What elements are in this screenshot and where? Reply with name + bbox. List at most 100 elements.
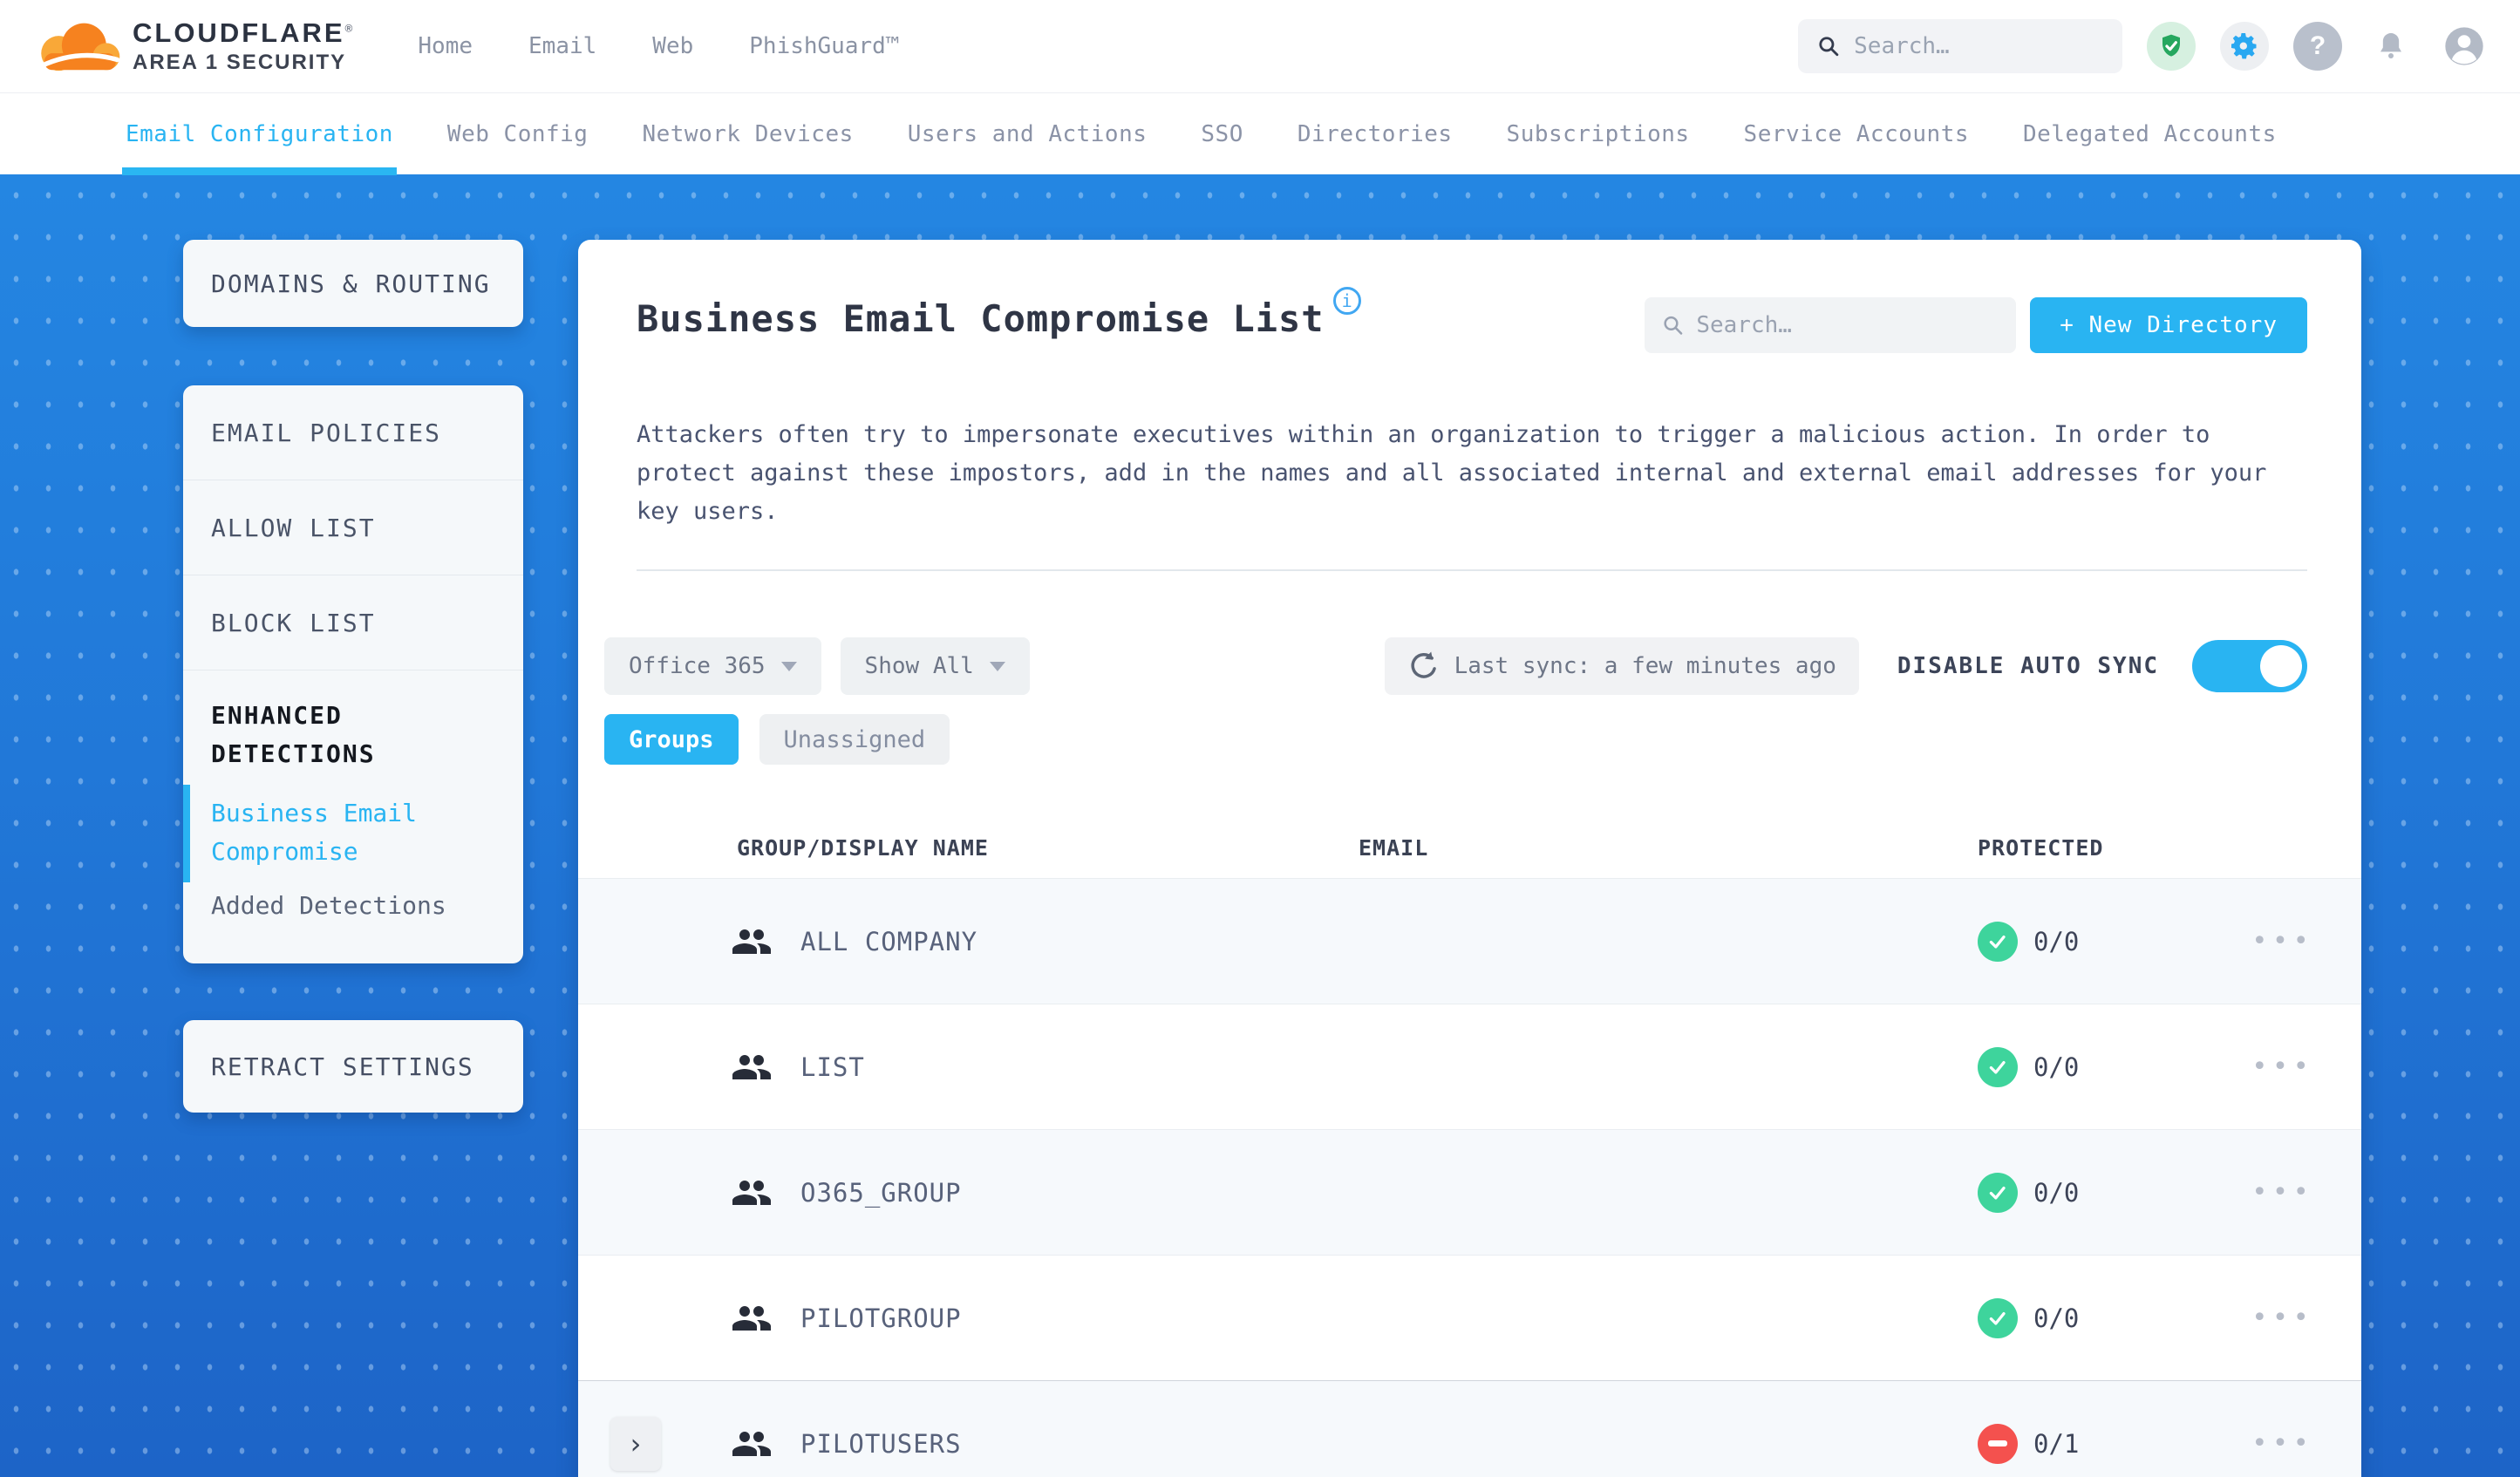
sidebar-item-email-policies[interactable]: EMAIL POLICIES	[183, 385, 523, 480]
registered-mark: ®	[344, 22, 356, 35]
sidebar-item-added-detections[interactable]: Added Detections	[211, 887, 495, 925]
table-row: LIST 0/0 •••	[578, 1004, 2361, 1129]
directory-search-input[interactable]	[1696, 312, 1999, 338]
page-background: DOMAINS & ROUTING EMAIL POLICIES ALLOW L…	[0, 174, 2520, 1477]
sidebar-item-enhanced-detections[interactable]: ENHANCED DETECTIONS	[211, 697, 412, 773]
group-icon	[732, 1180, 771, 1205]
tab-users-and-actions[interactable]: Users and Actions	[908, 93, 1148, 175]
protected-status-badge	[1978, 1423, 2018, 1464]
page-description: Attackers often try to impersonate execu…	[637, 421, 2267, 525]
sidebar-item-domains-routing[interactable]: DOMAINS & ROUTING	[183, 240, 523, 327]
refresh-icon	[1411, 651, 1436, 678]
question-mark-icon: ?	[2309, 31, 2326, 60]
column-protected: PROTECTED	[1978, 834, 2104, 861]
table-header: GROUP/DISPLAY NAME EMAIL PROTECTED	[578, 817, 2361, 878]
global-search[interactable]	[1798, 19, 2122, 73]
tab-unassigned[interactable]: Unassigned	[759, 714, 950, 765]
minus-icon	[1988, 1440, 2007, 1446]
sidebar-policies-card: EMAIL POLICIES ALLOW LIST BLOCK LIST ENH…	[183, 385, 523, 963]
row-expand-button[interactable]: ›	[610, 1416, 661, 1471]
tab-email-configuration[interactable]: Email Configuration	[122, 93, 397, 175]
protected-status-badge	[1978, 1046, 2018, 1087]
protected-status-badge	[1978, 1172, 2018, 1213]
check-icon	[1989, 1186, 2006, 1200]
column-email: EMAIL	[1359, 834, 1429, 861]
search-icon	[1664, 316, 1683, 335]
group-name: PILOTGROUP	[800, 1303, 962, 1333]
chevron-right-icon: ›	[630, 1426, 642, 1460]
tab-service-accounts[interactable]: Service Accounts	[1744, 93, 1969, 175]
tab-groups[interactable]: Groups	[604, 714, 739, 765]
tab-network-devices[interactable]: Network Devices	[642, 93, 853, 175]
group-icon	[732, 1054, 771, 1079]
row-menu-button[interactable]: •••	[2251, 1177, 2313, 1208]
page-title: Business Email Compromise List	[637, 297, 1325, 340]
directory-search[interactable]	[1645, 297, 2017, 353]
topnav-email[interactable]: Email	[528, 33, 596, 59]
row-menu-button[interactable]: •••	[2251, 1052, 2313, 1082]
topnav-phishguard[interactable]: PhishGuard™	[749, 33, 899, 59]
protected-count: 0/0	[2033, 1052, 2080, 1082]
top-header: CLOUDFLARE® AREA 1 SECURITY Home Email W…	[0, 0, 2520, 92]
sidebar-item-allow-list[interactable]: ALLOW LIST	[183, 480, 523, 575]
table-row: O365_GROUP 0/0 •••	[578, 1129, 2361, 1255]
top-nav: Home Email Web PhishGuard™	[418, 33, 899, 59]
protected-status-badge	[1978, 1297, 2018, 1338]
tab-web-config[interactable]: Web Config	[447, 93, 589, 175]
info-icon[interactable]: i	[1332, 287, 1361, 315]
sidebar-item-block-list[interactable]: BLOCK LIST	[183, 575, 523, 670]
chevron-down-icon	[989, 661, 1005, 671]
groups-table: GROUP/DISPLAY NAME EMAIL PROTECTED ALL C…	[578, 817, 2361, 1477]
group-icon	[732, 1305, 771, 1331]
check-icon	[1989, 1311, 2006, 1325]
tab-directories[interactable]: Directories	[1297, 93, 1453, 175]
row-menu-button[interactable]: •••	[2251, 1303, 2313, 1333]
protected-count: 0/0	[2033, 1177, 2080, 1208]
section-nav: Email Configuration Web Config Network D…	[0, 92, 2520, 175]
column-group-display-name: GROUP/DISPLAY NAME	[737, 834, 989, 861]
group-name: LIST	[800, 1052, 865, 1082]
group-name: O365_GROUP	[800, 1177, 962, 1208]
active-item-indicator	[183, 785, 190, 882]
topnav-home[interactable]: Home	[418, 33, 473, 59]
settings-button[interactable]	[2220, 22, 2269, 71]
protected-count: 0/0	[2033, 926, 2080, 956]
shield-check-icon	[2162, 34, 2180, 57]
check-icon	[1989, 935, 2006, 949]
user-avatar-icon	[2445, 27, 2483, 65]
sidebar: DOMAINS & ROUTING EMAIL POLICIES ALLOW L…	[183, 240, 523, 1113]
help-button[interactable]: ?	[2293, 22, 2342, 71]
row-menu-button[interactable]: •••	[2251, 926, 2313, 956]
group-icon	[732, 929, 771, 954]
directory-select[interactable]: Office 365	[604, 637, 821, 695]
sidebar-item-business-email-compromise[interactable]: Business Email Compromise	[211, 794, 420, 871]
brand-subname: AREA 1 SECURITY	[133, 51, 347, 74]
cloudflare-logo[interactable]: CLOUDFLARE® AREA 1 SECURITY	[35, 17, 355, 75]
auto-sync-toggle[interactable]	[2192, 640, 2307, 692]
auto-sync-label: DISABLE AUTO SYNC	[1897, 653, 2159, 679]
security-status-button[interactable]	[2147, 22, 2196, 71]
new-directory-button[interactable]: + New Directory	[2030, 297, 2307, 353]
table-row: ALL COMPANY 0/0 •••	[578, 878, 2361, 1004]
show-filter-select[interactable]: Show All	[840, 637, 1030, 695]
check-icon	[1989, 1060, 2006, 1074]
sidebar-item-retract-settings[interactable]: RETRACT SETTINGS	[183, 1020, 523, 1113]
topnav-web[interactable]: Web	[652, 33, 693, 59]
global-search-input[interactable]	[1854, 33, 2103, 59]
main-panel: Business Email Compromise Listi + New Di…	[578, 240, 2361, 1477]
group-name: PILOTUSERS	[800, 1428, 962, 1459]
tab-subscriptions[interactable]: Subscriptions	[1507, 93, 1690, 175]
notifications-button[interactable]	[2367, 22, 2415, 71]
group-icon	[732, 1431, 771, 1456]
last-sync-button[interactable]: Last sync: a few minutes ago	[1384, 637, 1859, 695]
table-row: › PILOTUSERS 0/1 •••	[578, 1380, 2361, 1477]
tab-sso[interactable]: SSO	[1201, 93, 1243, 175]
row-menu-button[interactable]: •••	[2251, 1428, 2313, 1459]
divider	[637, 569, 2307, 571]
protected-count: 0/1	[2033, 1428, 2080, 1459]
brand-name: CLOUDFLARE®	[133, 17, 356, 48]
tab-delegated-accounts[interactable]: Delegated Accounts	[2023, 93, 2277, 175]
protected-status-badge	[1978, 921, 2018, 962]
account-button[interactable]	[2440, 22, 2489, 71]
cloudflare-cloud-icon	[38, 23, 120, 71]
